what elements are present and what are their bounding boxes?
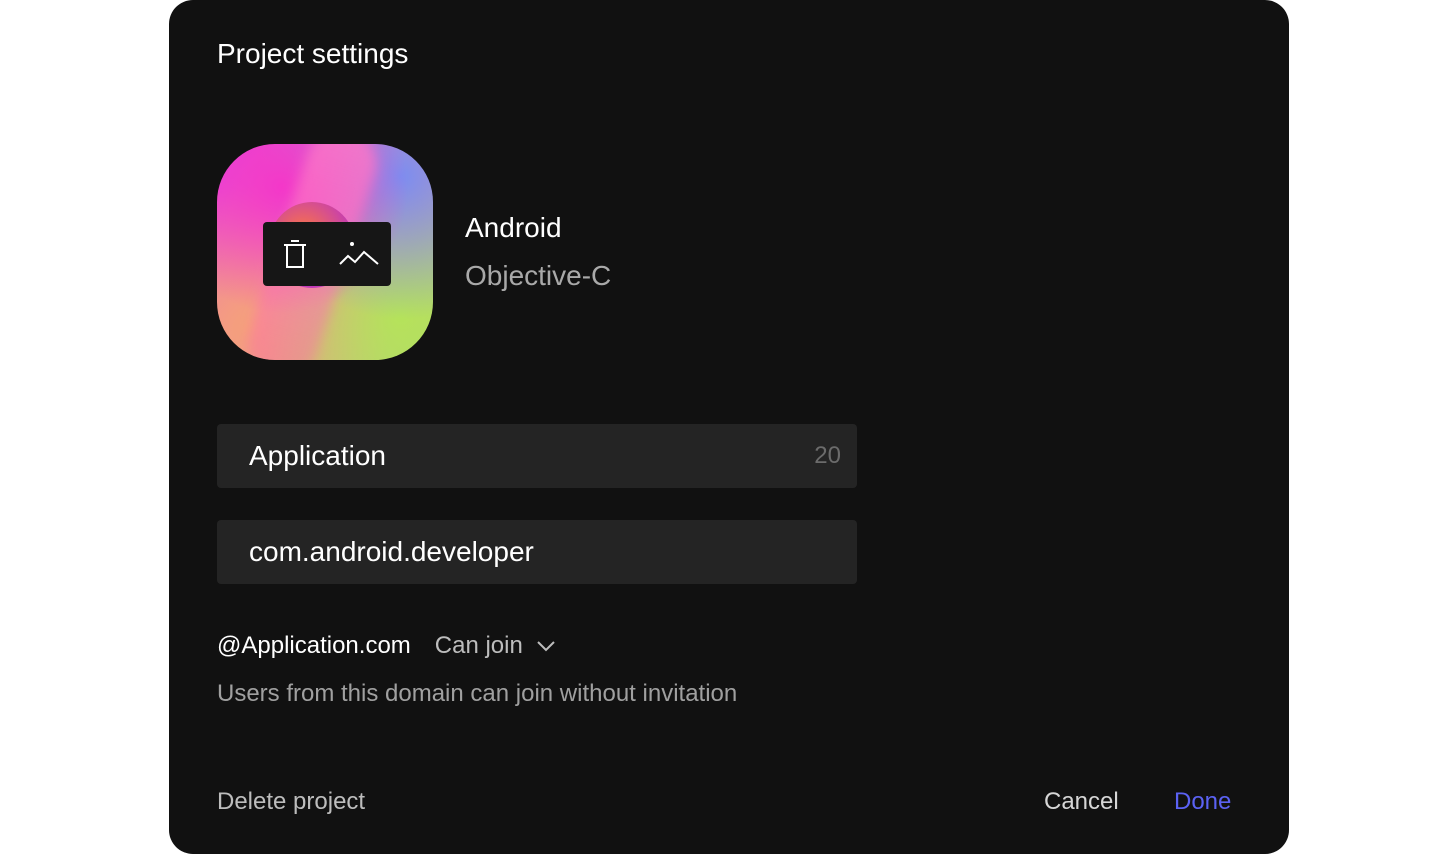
avatar-toolbar xyxy=(263,222,391,286)
package-name-field[interactable] xyxy=(217,520,857,584)
access-dropdown-value: Can join xyxy=(434,632,523,659)
project-settings-dialog: Project settings Android Objective-C App… xyxy=(169,0,1289,854)
change-avatar-button[interactable] xyxy=(337,232,381,276)
delete-project-button[interactable]: Delete project xyxy=(217,786,365,818)
domain-hint: Users from this domain can join without … xyxy=(217,680,738,707)
project-name: Android xyxy=(465,212,562,243)
delete-avatar-button[interactable] xyxy=(273,232,317,276)
done-button[interactable]: Done xyxy=(1174,786,1231,818)
character-counter: 20 xyxy=(814,442,841,469)
project-avatar[interactable] xyxy=(217,144,433,360)
project-language: Objective-C xyxy=(465,260,612,291)
image-icon xyxy=(339,242,379,265)
chevron-down-icon xyxy=(535,635,557,657)
domain-address: @Application.com xyxy=(217,632,411,659)
domain-row: @Application.com Can join xyxy=(217,630,557,662)
package-name-input[interactable] xyxy=(249,536,841,568)
access-dropdown[interactable]: Can join xyxy=(435,630,557,662)
cancel-button[interactable]: Cancel xyxy=(1044,786,1119,818)
application-name-field[interactable]: 20 xyxy=(217,424,857,488)
application-name-input[interactable] xyxy=(249,440,815,472)
trash-icon xyxy=(284,240,306,268)
dialog-title: Project settings xyxy=(217,38,409,69)
